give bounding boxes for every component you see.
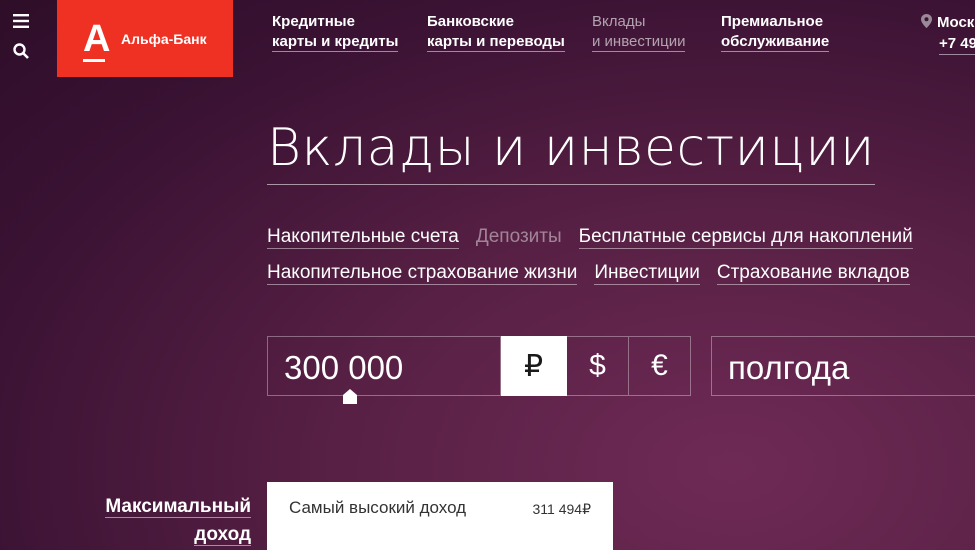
amount-input[interactable]: 300 000 [267,336,501,404]
sublinks-row-2: Накопительное страхование жизни Инвестици… [267,262,927,285]
period-select[interactable]: полгода [711,336,975,396]
nav-label-line1: Банковские [427,13,514,30]
max-income-line1: Максимальный [105,496,251,518]
link-savings-accounts[interactable]: Накопительные счета [267,226,459,249]
nav-label-line2: карты и кредиты [272,33,399,52]
period-value: полгода [728,349,850,386]
page-title: Вклады и инвестиции [267,118,875,185]
currency-rub-button[interactable]: ₽ [501,336,567,396]
nav-label-line2: обслуживание [721,33,830,52]
nav-label-line1: Премиальное [721,13,824,30]
phone-number[interactable]: +7 49 [939,34,975,55]
result-card-value: 311 494₽ [532,501,591,517]
nav-credit-cards[interactable]: Кредитные карты и кредиты [272,12,399,53]
max-income-label[interactable]: Максимальный доход [105,493,251,549]
link-deposit-insurance[interactable]: Страхование вкладов [716,262,910,285]
amount-slider-handle[interactable] [343,389,357,404]
result-card-title: Самый высокий доход [289,498,467,517]
menu-icon[interactable] [12,12,30,30]
search-icon[interactable] [12,42,30,60]
link-deposits[interactable]: Депозиты [476,226,562,248]
nav-label-line2: карты и переводы [427,33,565,52]
deposit-calculator: 300 000 ₽ $ € [267,336,691,404]
nav-deposits-investments[interactable]: Вклады и инвестиции [592,12,686,53]
amount-value: 300 000 [284,349,404,386]
location-pin-icon [921,14,932,28]
nav-bank-cards[interactable]: Банковские карты и переводы [427,12,565,53]
logo-name: Альфа-Банк [121,30,207,47]
currency-usd-button[interactable]: $ [567,336,629,396]
currency-eur-button[interactable]: € [629,336,691,396]
max-income-line2: доход [194,524,251,546]
nav-label-line1: Вклады [592,13,646,30]
region-selector[interactable]: Моск +7 49 [921,12,975,55]
result-card[interactable]: Самый высокий доход 311 494₽ [267,482,613,550]
nav-label-line2: и инвестиции [592,33,686,52]
link-life-insurance[interactable]: Накопительное страхование жизни [267,262,578,285]
logo-mark: А [83,17,111,62]
link-investments[interactable]: Инвестиции [594,262,700,285]
nav-label-line1: Кредитные [272,13,355,30]
nav-premium[interactable]: Премиальное обслуживание [721,12,830,53]
link-free-services[interactable]: Бесплатные сервисы для накоплений [578,226,913,249]
region-city: Моск [937,14,975,31]
sublinks-row-1: Накопительные счета Депозиты Бесплатные се… [267,226,930,249]
alfa-bank-logo[interactable]: А Альфа-Банк [57,0,233,77]
